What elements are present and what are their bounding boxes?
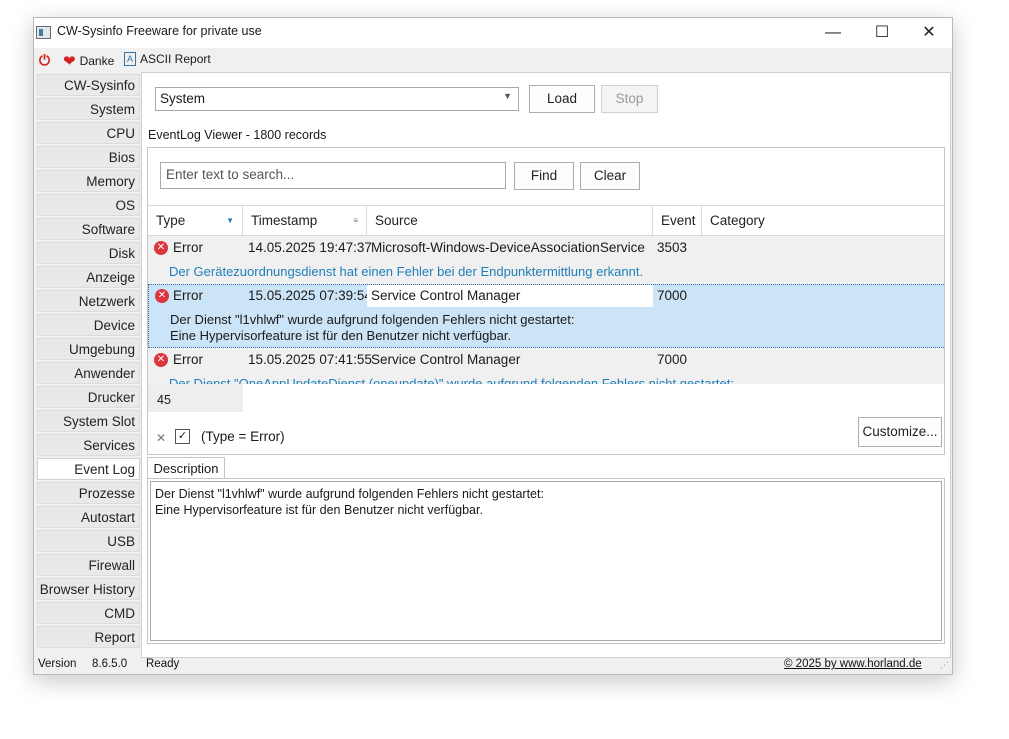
sidebar-item-system-slot[interactable]: System Slot: [37, 410, 140, 432]
stop-button[interactable]: Stop: [601, 85, 658, 113]
error-icon: ✕: [154, 353, 168, 367]
tab-description[interactable]: Description: [147, 457, 225, 479]
log-source-value: System: [160, 91, 206, 106]
version-value: 8.6.5.0: [92, 658, 128, 670]
row-event: 7000: [657, 288, 688, 303]
heart-icon: ❤: [63, 53, 76, 70]
power-button[interactable]: ⏻: [39, 52, 50, 69]
row-type: Error: [173, 352, 203, 367]
version-label: Version: [38, 658, 77, 670]
event-grid: Enter text to search... Find Clear Type …: [147, 147, 945, 455]
row-timestamp: 15.05.2025 07:39:54: [248, 288, 372, 303]
maximize-button[interactable]: ☐: [859, 18, 905, 48]
table-row[interactable]: ✕ Error 15.05.2025 07:41:55 Service Cont…: [148, 348, 944, 384]
sidebar-item-firewall[interactable]: Firewall: [37, 554, 140, 576]
sidebar-item-services[interactable]: Services: [37, 434, 140, 456]
grid-header: Type ▼ Timestamp ≡ Source Event Category: [148, 205, 944, 236]
sidebar-item-umgebung[interactable]: Umgebung: [37, 338, 140, 360]
app-icon: [36, 26, 51, 39]
sidebar-item-memory[interactable]: Memory: [37, 170, 140, 192]
column-header-timestamp[interactable]: Timestamp ≡: [243, 206, 367, 235]
report-icon: A: [124, 52, 136, 66]
row-description-line: Der Dienst "l1vhlwf" wurde aufgrund folg…: [170, 312, 575, 327]
description-panel: Der Dienst "l1vhlwf" wurde aufgrund folg…: [147, 478, 945, 644]
sidebar-item-cpu[interactable]: CPU: [37, 122, 140, 144]
row-timestamp: 15.05.2025 07:41:55: [248, 352, 372, 367]
row-source: Service Control Manager: [371, 352, 521, 367]
danke-button[interactable]: ❤ Danke: [63, 52, 114, 70]
table-row-selected[interactable]: ✕ Error 15.05.2025 07:39:54 Service Cont…: [148, 284, 944, 348]
records-label: EventLog Viewer - 1800 records: [148, 128, 327, 142]
window-title: CW-Sysinfo Freeware for private use: [57, 24, 262, 38]
description-text[interactable]: Der Dienst "l1vhlwf" wurde aufgrund folg…: [150, 481, 942, 641]
sort-filter-icon: ▼: [226, 216, 234, 225]
title-bar[interactable]: CW-Sysinfo Freeware for private use — ☐ …: [34, 18, 952, 48]
minimize-button[interactable]: —: [810, 18, 856, 48]
search-input[interactable]: Enter text to search...: [160, 162, 506, 189]
column-header-type[interactable]: Type ▼: [148, 206, 243, 235]
row-event: 3503: [657, 240, 688, 255]
find-button[interactable]: Find: [514, 162, 574, 190]
record-count: 45: [148, 384, 243, 412]
clear-filter-icon[interactable]: ✕: [156, 431, 166, 445]
ascii-report-label: ASCII Report: [140, 52, 211, 66]
sidebar-item-event-log[interactable]: Event Log: [37, 458, 140, 480]
customize-button[interactable]: Customize...: [858, 417, 942, 447]
power-icon: ⏻: [39, 52, 51, 68]
error-icon: ✕: [154, 241, 168, 255]
sidebar: CW-Sysinfo System CPU Bios Memory OS Software D…: [37, 74, 140, 650]
row-description-line: Eine Hypervisorfeature ist für den Benut…: [170, 328, 512, 343]
sidebar-item-disk[interactable]: Disk: [37, 242, 140, 264]
sidebar-item-netzwerk[interactable]: Netzwerk: [37, 290, 140, 312]
sidebar-item-prozesse[interactable]: Prozesse: [37, 482, 140, 504]
close-button[interactable]: ✕: [906, 18, 952, 48]
danke-label: Danke: [79, 54, 115, 68]
app-window: CW-Sysinfo Freeware for private use — ☐ …: [33, 17, 953, 675]
status-bar: Version 8.6.5.0 Ready © 2025 by www.horl…: [34, 656, 952, 674]
sidebar-item-report[interactable]: Report: [37, 626, 140, 648]
sidebar-item-drucker[interactable]: Drucker: [37, 386, 140, 408]
sidebar-item-autostart[interactable]: Autostart: [37, 506, 140, 528]
row-type: Error: [173, 240, 203, 255]
sidebar-item-device[interactable]: Device: [37, 314, 140, 336]
ascii-report-button[interactable]: A ASCII Report: [124, 52, 211, 66]
load-button[interactable]: Load: [529, 85, 595, 113]
filter-text: (Type = Error): [201, 429, 285, 444]
sidebar-item-cw-sysinfo[interactable]: CW-Sysinfo: [37, 74, 140, 96]
chevron-down-icon: ▼: [503, 91, 512, 101]
error-icon: ✕: [155, 289, 169, 303]
copyright-link[interactable]: © 2025 by www.horland.de: [784, 658, 922, 670]
row-description: Der Dienst "OneAppUpdateDienst (oneupdat…: [169, 376, 734, 384]
table-row[interactable]: ✕ Error 14.05.2025 19:47:37 Microsoft-Wi…: [148, 236, 944, 284]
sidebar-item-os[interactable]: OS: [37, 194, 140, 216]
column-header-source[interactable]: Source: [367, 206, 653, 235]
log-source-select[interactable]: System ▼: [155, 87, 519, 111]
sidebar-item-anwender[interactable]: Anwender: [37, 362, 140, 384]
column-header-event[interactable]: Event: [653, 206, 702, 235]
filter-checkbox[interactable]: ✓: [175, 429, 190, 444]
sidebar-item-anzeige[interactable]: Anzeige: [37, 266, 140, 288]
row-source: Microsoft-Windows-DeviceAssociationServi…: [371, 240, 645, 255]
toolbar: ⏻ ❤ Danke A ASCII Report: [34, 48, 952, 72]
filter-bar: ✕ ✓ (Type = Error) Customize...: [148, 417, 944, 453]
clear-button[interactable]: Clear: [580, 162, 640, 190]
sidebar-item-bios[interactable]: Bios: [37, 146, 140, 168]
row-timestamp: 14.05.2025 19:47:37: [248, 240, 372, 255]
row-description: Der Gerätezuordnungsdienst hat einen Feh…: [169, 264, 644, 279]
sort-icon: ≡: [353, 216, 358, 225]
row-event: 7000: [657, 352, 688, 367]
row-type: Error: [173, 288, 203, 303]
sidebar-item-usb[interactable]: USB: [37, 530, 140, 552]
status-text: Ready: [146, 658, 180, 670]
sidebar-item-cmd[interactable]: CMD: [37, 602, 140, 624]
sidebar-item-browser-history[interactable]: Browser History: [37, 578, 140, 600]
resize-grip-icon[interactable]: ⋰: [940, 660, 950, 672]
main-panel: System ▼ Load Stop EventLog Viewer - 180…: [141, 72, 951, 658]
column-header-category[interactable]: Category: [702, 206, 944, 235]
sidebar-item-system[interactable]: System: [37, 98, 140, 120]
sidebar-item-software[interactable]: Software: [37, 218, 140, 240]
row-source: Service Control Manager: [371, 288, 521, 303]
